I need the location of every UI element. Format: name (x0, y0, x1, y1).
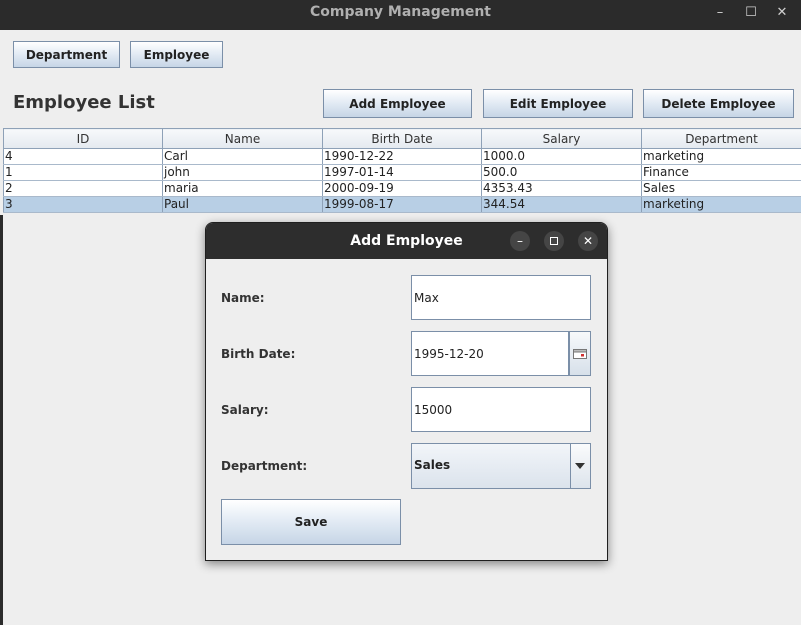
cell-birth-date: 1990-12-22 (322, 148, 482, 165)
department-select[interactable]: Sales (411, 443, 591, 489)
cell-birth-date: 2000-09-19 (322, 180, 482, 197)
table-header-row: ID Name Birth Date Salary Department (3, 128, 801, 149)
dialog-minimize-button[interactable]: – (510, 231, 530, 251)
column-header-department[interactable]: Department (641, 128, 801, 149)
dropdown-button[interactable] (570, 444, 590, 488)
column-header-name[interactable]: Name (162, 128, 323, 149)
department-nav-button[interactable]: Department (13, 41, 120, 68)
add-employee-button[interactable]: Add Employee (323, 89, 472, 118)
dialog-maximize-button[interactable] (544, 231, 564, 251)
cell-id: 1 (3, 164, 163, 181)
cell-name: john (162, 164, 323, 181)
cell-birth-date: 1997-01-14 (322, 164, 482, 181)
cell-salary: 344.54 (481, 196, 642, 213)
close-button[interactable]: ✕ (773, 4, 791, 22)
cell-id: 3 (3, 196, 163, 213)
cell-salary: 500.0 (481, 164, 642, 181)
cell-department: marketing (641, 196, 801, 213)
cell-birth-date: 1999-08-17 (322, 196, 482, 213)
employee-table: ID Name Birth Date Salary Department 4 C… (3, 128, 801, 213)
page-title: Employee List (13, 92, 155, 113)
column-header-salary[interactable]: Salary (481, 128, 642, 149)
cell-name: maria (162, 180, 323, 197)
cell-name: Paul (162, 196, 323, 213)
table-row[interactable]: 2 maria 2000-09-19 4353.43 Sales (3, 180, 801, 197)
cell-id: 4 (3, 148, 163, 165)
calendar-button[interactable] (569, 331, 591, 376)
minimize-icon: – (517, 234, 523, 248)
cell-salary: 1000.0 (481, 148, 642, 165)
add-employee-dialog: Add Employee – ✕ Name: Birth Date: Salar… (205, 222, 608, 561)
table-row-selected[interactable]: 3 Paul 1999-08-17 344.54 marketing (3, 196, 801, 213)
cell-name: Carl (162, 148, 323, 165)
cell-id: 2 (3, 180, 163, 197)
department-label: Department: (221, 459, 308, 473)
name-field[interactable] (411, 275, 591, 320)
dialog-close-button[interactable]: ✕ (578, 231, 598, 251)
close-icon: ✕ (582, 234, 594, 248)
department-selected-value: Sales (414, 458, 451, 472)
employee-nav-button[interactable]: Employee (130, 41, 223, 68)
calendar-icon (573, 349, 587, 359)
maximize-button[interactable]: ☐ (742, 4, 760, 22)
dialog-title-bar: Add Employee – ✕ (206, 223, 607, 259)
maximize-icon (550, 236, 558, 245)
salary-label: Salary: (221, 403, 269, 417)
window-title-bar: Company Management – ☐ ✕ (0, 0, 801, 30)
cell-department: marketing (641, 148, 801, 165)
birth-date-field[interactable] (411, 331, 569, 376)
cell-department: Sales (641, 180, 801, 197)
cell-salary: 4353.43 (481, 180, 642, 197)
minimize-button[interactable]: – (711, 4, 729, 22)
birth-date-label: Birth Date: (221, 347, 296, 361)
delete-employee-button[interactable]: Delete Employee (643, 89, 794, 118)
edit-employee-button[interactable]: Edit Employee (483, 89, 633, 118)
column-header-id[interactable]: ID (3, 128, 163, 149)
window-title: Company Management (310, 4, 491, 20)
cell-department: Finance (641, 164, 801, 181)
chevron-down-icon (575, 463, 585, 469)
background-window-edge (0, 215, 3, 625)
table-row[interactable]: 4 Carl 1990-12-22 1000.0 marketing (3, 148, 801, 165)
column-header-birth-date[interactable]: Birth Date (322, 128, 482, 149)
table-row[interactable]: 1 john 1997-01-14 500.0 Finance (3, 164, 801, 181)
save-button[interactable]: Save (221, 499, 401, 545)
salary-field[interactable] (411, 387, 591, 432)
name-label: Name: (221, 291, 265, 305)
